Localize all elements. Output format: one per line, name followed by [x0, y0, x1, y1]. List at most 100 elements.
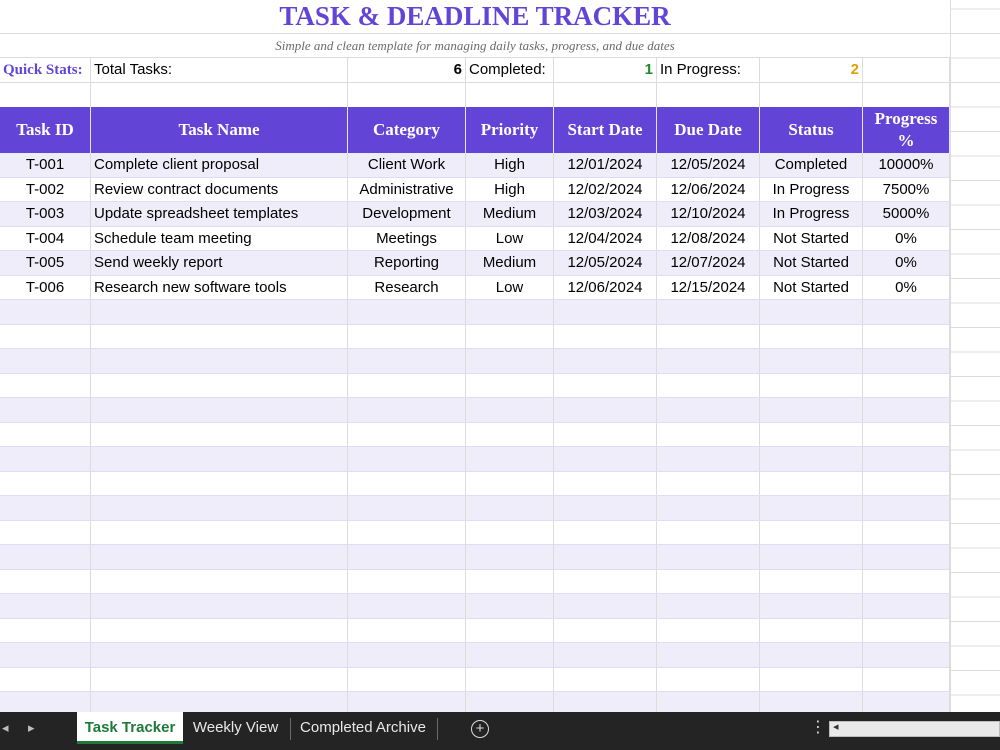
- category-cell[interactable]: Development: [348, 202, 466, 226]
- due-date-cell[interactable]: 12/15/2024: [657, 275, 760, 299]
- empty-cell[interactable]: [760, 471, 863, 495]
- empty-cell[interactable]: [760, 447, 863, 471]
- progress-cell[interactable]: 0%: [863, 275, 950, 299]
- progress-cell[interactable]: 0%: [863, 226, 950, 250]
- empty-cell[interactable]: [657, 520, 760, 544]
- total-tasks-label[interactable]: Total Tasks:: [91, 58, 348, 82]
- task-name-cell[interactable]: Review contract documents: [91, 177, 348, 201]
- empty-cell[interactable]: [91, 520, 348, 544]
- in-progress-label[interactable]: In Progress:: [657, 58, 760, 82]
- empty-cell[interactable]: [91, 324, 348, 348]
- empty-cell[interactable]: [348, 545, 466, 569]
- empty-cell[interactable]: [760, 643, 863, 667]
- empty-cell[interactable]: [554, 349, 657, 373]
- status-cell[interactable]: Not Started: [760, 275, 863, 299]
- empty-cell[interactable]: [554, 545, 657, 569]
- status-cell[interactable]: In Progress: [760, 202, 863, 226]
- empty-cell[interactable]: [863, 471, 950, 495]
- empty-cell[interactable]: [657, 643, 760, 667]
- column-header-status[interactable]: Status: [760, 107, 863, 153]
- progress-cell[interactable]: 0%: [863, 251, 950, 275]
- empty-cell[interactable]: [348, 496, 466, 520]
- empty-cell[interactable]: [863, 569, 950, 593]
- empty-cell[interactable]: [91, 496, 348, 520]
- empty-cell[interactable]: [466, 398, 554, 422]
- empty-cell[interactable]: [466, 324, 554, 348]
- empty-cell[interactable]: [863, 618, 950, 642]
- empty-cell[interactable]: [657, 667, 760, 691]
- empty-cell[interactable]: [657, 471, 760, 495]
- empty-cell[interactable]: [466, 471, 554, 495]
- empty-cell[interactable]: [0, 471, 91, 495]
- empty-cell[interactable]: [0, 667, 91, 691]
- empty-cell[interactable]: [348, 324, 466, 348]
- empty-cell[interactable]: [863, 58, 950, 82]
- quick-stats-label[interactable]: Quick Stats:: [0, 58, 91, 82]
- empty-cell[interactable]: [91, 349, 348, 373]
- status-cell[interactable]: Not Started: [760, 251, 863, 275]
- empty-cell[interactable]: [554, 520, 657, 544]
- empty-cell[interactable]: [760, 422, 863, 446]
- empty-cell[interactable]: [554, 643, 657, 667]
- empty-cell[interactable]: [466, 618, 554, 642]
- more-options-icon[interactable]: ⋮: [810, 717, 826, 737]
- column-header-task-name[interactable]: Task Name: [91, 107, 348, 153]
- empty-cell[interactable]: [466, 300, 554, 324]
- start-date-cell[interactable]: 12/03/2024: [554, 202, 657, 226]
- empty-cell[interactable]: [348, 349, 466, 373]
- empty-cell[interactable]: [657, 300, 760, 324]
- progress-cell[interactable]: 10000%: [863, 153, 950, 177]
- status-cell[interactable]: In Progress: [760, 177, 863, 201]
- empty-cell[interactable]: [863, 545, 950, 569]
- empty-cell[interactable]: [0, 447, 91, 471]
- empty-cell[interactable]: [863, 643, 950, 667]
- empty-cell[interactable]: [348, 569, 466, 593]
- empty-cell[interactable]: [760, 324, 863, 348]
- empty-cell[interactable]: [466, 667, 554, 691]
- empty-cell[interactable]: [760, 83, 863, 107]
- empty-cell[interactable]: [348, 447, 466, 471]
- start-date-cell[interactable]: 12/06/2024: [554, 275, 657, 299]
- priority-cell[interactable]: High: [466, 153, 554, 177]
- column-header-task-id[interactable]: Task ID: [0, 107, 91, 153]
- empty-cell[interactable]: [348, 643, 466, 667]
- due-date-cell[interactable]: 12/07/2024: [657, 251, 760, 275]
- empty-cell[interactable]: [657, 349, 760, 373]
- due-date-cell[interactable]: 12/08/2024: [657, 226, 760, 250]
- empty-cell[interactable]: [348, 300, 466, 324]
- empty-cell[interactable]: [554, 471, 657, 495]
- empty-cell[interactable]: [657, 496, 760, 520]
- start-date-cell[interactable]: 12/04/2024: [554, 226, 657, 250]
- task-id-cell[interactable]: T-001: [0, 153, 91, 177]
- empty-cell[interactable]: [760, 618, 863, 642]
- empty-cell[interactable]: [91, 643, 348, 667]
- empty-cell[interactable]: [657, 594, 760, 618]
- priority-cell[interactable]: Medium: [466, 251, 554, 275]
- empty-cell[interactable]: [863, 594, 950, 618]
- task-name-cell[interactable]: Send weekly report: [91, 251, 348, 275]
- empty-cell[interactable]: [0, 349, 91, 373]
- priority-cell[interactable]: Medium: [466, 202, 554, 226]
- empty-cell[interactable]: [0, 83, 91, 107]
- empty-cell[interactable]: [554, 373, 657, 397]
- empty-cell[interactable]: [657, 545, 760, 569]
- empty-cell[interactable]: [760, 349, 863, 373]
- priority-cell[interactable]: Low: [466, 226, 554, 250]
- start-date-cell[interactable]: 12/01/2024: [554, 153, 657, 177]
- prev-sheet-icon[interactable]: ◂: [2, 712, 9, 750]
- empty-cell[interactable]: [657, 618, 760, 642]
- empty-cell[interactable]: [760, 398, 863, 422]
- empty-cell[interactable]: [863, 83, 950, 107]
- empty-cell[interactable]: [0, 594, 91, 618]
- due-date-cell[interactable]: 12/10/2024: [657, 202, 760, 226]
- scroll-left-icon[interactable]: ◂: [833, 720, 839, 733]
- task-id-cell[interactable]: T-006: [0, 275, 91, 299]
- in-progress-value[interactable]: 2: [760, 58, 863, 82]
- empty-cell[interactable]: [863, 349, 950, 373]
- next-sheet-icon[interactable]: ▸: [28, 712, 35, 750]
- empty-cell[interactable]: [466, 373, 554, 397]
- empty-cell[interactable]: [554, 496, 657, 520]
- column-header-category[interactable]: Category: [348, 107, 466, 153]
- empty-cell[interactable]: [760, 300, 863, 324]
- empty-cell[interactable]: [91, 422, 348, 446]
